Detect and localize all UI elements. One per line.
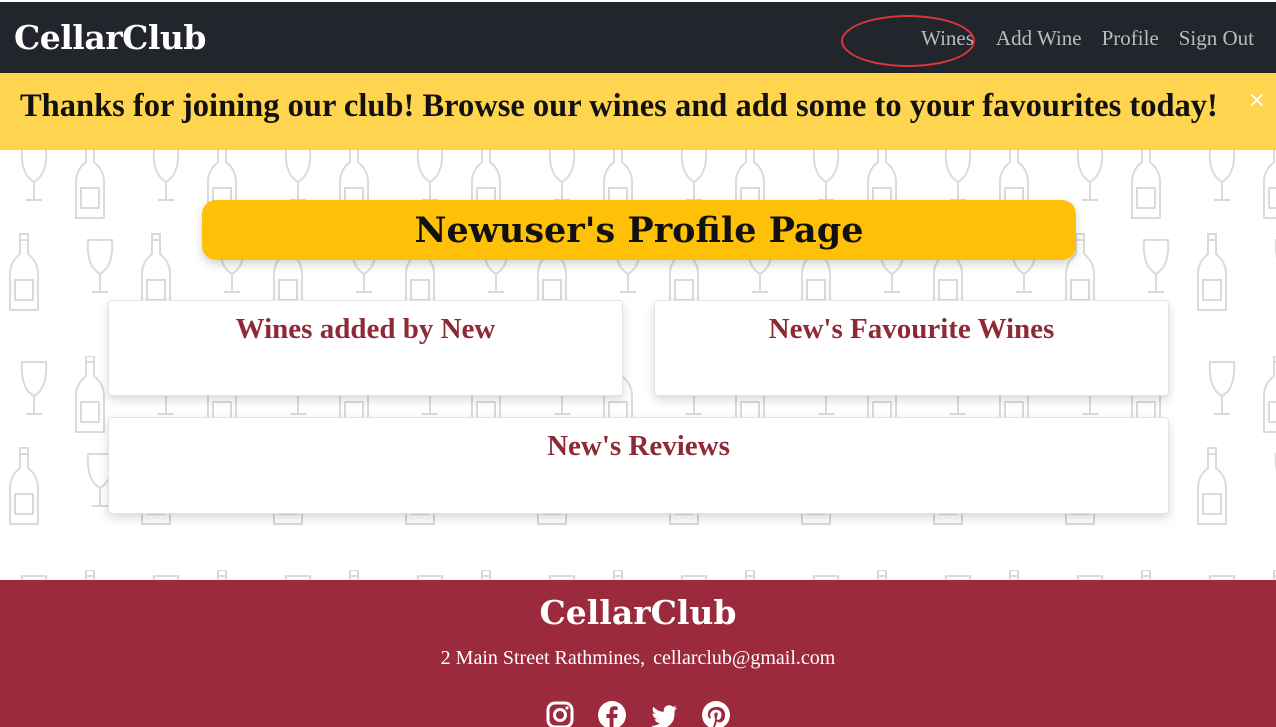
footer-address: 2 Main Street Rathmines, — [440, 647, 646, 669]
footer-brand: CellarClub — [539, 593, 737, 632]
alert-close-button[interactable]: × — [1248, 88, 1266, 113]
nav-links: Wines Add Wine Profile Sign Out — [921, 26, 1254, 51]
pinterest-icon[interactable] — [701, 700, 731, 727]
profile-main: Newuser's Profile Page Wines added by Ne… — [0, 150, 1276, 580]
profile-title-banner: Newuser's Profile Page — [202, 200, 1076, 260]
reviews-title: New's Reviews — [547, 430, 730, 462]
page-title: Newuser's Profile Page — [414, 209, 864, 251]
reviews-card: New's Reviews — [108, 417, 1169, 514]
footer: CellarClub 2 Main Street Rathmines, cella… — [0, 580, 1276, 727]
instagram-icon[interactable] — [545, 700, 575, 727]
alert-message: Thanks for joining our club! Browse our … — [20, 88, 1218, 124]
nav-link-wines[interactable]: Wines — [921, 26, 974, 51]
nav-link-add-wine[interactable]: Add Wine — [996, 26, 1082, 51]
nav-link-sign-out[interactable]: Sign Out — [1179, 26, 1254, 51]
navbar: CellarClub Wines Add Wine Profile Sign O… — [0, 0, 1276, 73]
brand-logo[interactable]: CellarClub — [14, 18, 206, 57]
nav-link-profile[interactable]: Profile — [1102, 26, 1159, 51]
footer-contact: 2 Main Street Rathmines, cellarclub@gmail… — [0, 647, 1276, 670]
wines-added-card: Wines added by New — [108, 300, 623, 396]
social-links — [0, 700, 1276, 727]
wines-added-title: Wines added by New — [235, 313, 496, 345]
footer-email[interactable]: cellarclub@gmail.com — [653, 647, 835, 669]
favourite-wines-title: New's Favourite Wines — [768, 313, 1055, 345]
twitter-icon[interactable] — [649, 700, 679, 727]
facebook-icon[interactable] — [597, 700, 627, 727]
favourite-wines-card: New's Favourite Wines — [654, 300, 1169, 396]
welcome-alert: Thanks for joining our club! Browse our … — [0, 73, 1276, 150]
